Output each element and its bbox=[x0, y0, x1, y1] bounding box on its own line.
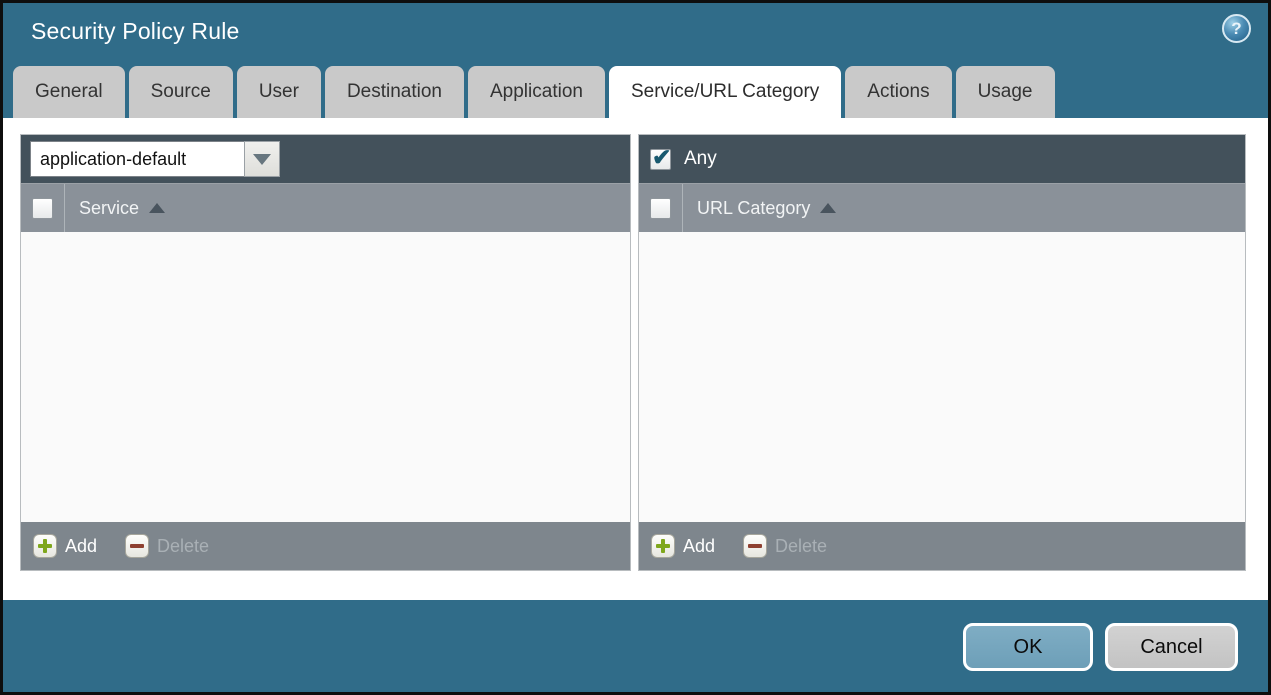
service-add-button[interactable]: Add bbox=[33, 534, 97, 558]
url-category-any-bar: Any bbox=[639, 135, 1245, 183]
any-row: Any bbox=[648, 144, 717, 171]
help-icon[interactable]: ? bbox=[1222, 14, 1251, 43]
service-toolbar: Add Delete bbox=[21, 522, 630, 570]
url-category-delete-button: Delete bbox=[743, 534, 827, 558]
add-button-label: Add bbox=[65, 535, 98, 556]
service-column-header[interactable]: Service bbox=[79, 198, 139, 219]
service-type-bar bbox=[21, 135, 630, 183]
service-column-header-row: Service bbox=[21, 183, 630, 232]
dialog-title: Security Policy Rule bbox=[31, 18, 240, 44]
add-plus-icon bbox=[651, 534, 675, 558]
sort-ascending-icon[interactable] bbox=[820, 203, 837, 213]
service-delete-button: Delete bbox=[125, 534, 209, 558]
tab-bar: General Source User Destination Applicat… bbox=[13, 66, 1055, 118]
service-select-all-cell bbox=[21, 184, 65, 232]
url-category-list-body[interactable] bbox=[639, 232, 1245, 522]
ok-button[interactable]: OK bbox=[963, 623, 1093, 671]
chevron-down-icon bbox=[253, 153, 271, 165]
security-policy-rule-dialog: Security Policy Rule ? General Source Us… bbox=[0, 0, 1271, 695]
url-category-column-header-row: URL Category bbox=[639, 183, 1245, 232]
tab-source[interactable]: Source bbox=[128, 66, 233, 118]
url-category-add-button[interactable]: Add bbox=[651, 534, 715, 558]
url-category-select-all-cell bbox=[639, 184, 683, 232]
tab-destination[interactable]: Destination bbox=[324, 66, 464, 118]
tab-actions[interactable]: Actions bbox=[845, 66, 952, 118]
url-category-select-all-checkbox[interactable] bbox=[650, 197, 671, 219]
tab-general[interactable]: General bbox=[13, 66, 125, 118]
url-category-column-header[interactable]: URL Category bbox=[697, 198, 810, 219]
delete-minus-icon bbox=[125, 534, 150, 558]
delete-button-label: Delete bbox=[157, 535, 210, 556]
cancel-button[interactable]: Cancel bbox=[1105, 623, 1238, 671]
service-panel: Service Add Delete bbox=[20, 134, 631, 571]
any-label: Any bbox=[684, 148, 717, 169]
service-type-dropdown-button[interactable] bbox=[244, 141, 280, 177]
add-plus-icon bbox=[33, 534, 57, 558]
url-category-panel: Any URL Category Add Delete bbox=[638, 134, 1246, 571]
tab-content-sheet: Service Add Delete Any bbox=[3, 118, 1268, 600]
delete-minus-icon bbox=[743, 534, 768, 558]
service-type-dropdown bbox=[30, 141, 280, 177]
delete-button-label: Delete bbox=[775, 535, 828, 556]
service-list-body[interactable] bbox=[21, 232, 630, 522]
tab-service-url-category[interactable]: Service/URL Category bbox=[608, 66, 842, 118]
tab-usage[interactable]: Usage bbox=[955, 66, 1055, 118]
service-select-all-checkbox[interactable] bbox=[32, 197, 53, 219]
add-button-label: Add bbox=[683, 535, 716, 556]
sort-ascending-icon[interactable] bbox=[149, 203, 166, 213]
tab-application[interactable]: Application bbox=[468, 66, 605, 118]
url-category-toolbar: Add Delete bbox=[639, 522, 1245, 570]
tab-user[interactable]: User bbox=[236, 66, 321, 118]
any-checkbox[interactable] bbox=[650, 144, 671, 171]
service-type-input[interactable] bbox=[30, 141, 244, 177]
